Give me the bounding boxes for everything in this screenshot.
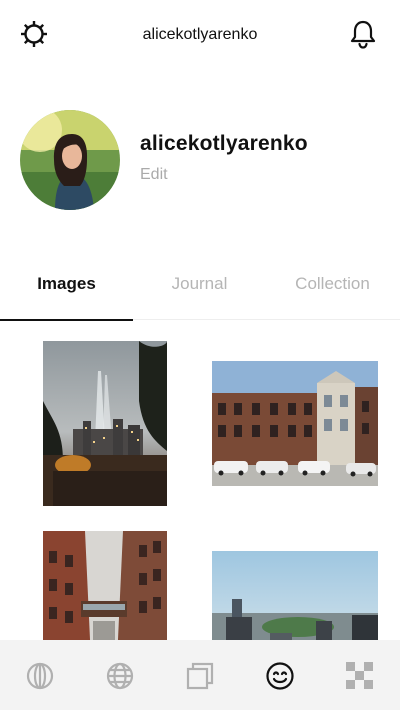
globe-icon[interactable] (100, 656, 140, 696)
photo-tribute-in-light[interactable] (43, 341, 167, 506)
avatar[interactable] (20, 110, 120, 210)
images-grid (0, 320, 400, 640)
tab-images[interactable]: Images (0, 262, 133, 321)
top-bar: alicekotlyarenko (0, 0, 400, 70)
notification-bell-icon[interactable] (345, 16, 381, 52)
tab-journal[interactable]: Journal (133, 262, 266, 320)
stacked-squares-icon[interactable] (180, 656, 220, 696)
photo-brick-alley[interactable] (43, 531, 167, 640)
header-username: alicekotlyarenko (142, 26, 258, 43)
columns-globe-icon[interactable] (20, 656, 60, 696)
tab-collection[interactable]: Collection (266, 262, 399, 320)
profile-username: alicekotlyarenko (140, 132, 308, 155)
bottom-tab-bar (0, 640, 400, 710)
profile-section: alicekotlyarenko Edit (0, 100, 400, 220)
edit-profile-link[interactable]: Edit (140, 166, 168, 184)
checker-grid-icon[interactable] (340, 656, 380, 696)
profile-tabs: Images Journal Collection (0, 262, 400, 321)
photo-brownstones[interactable] (212, 361, 378, 486)
photo-central-park[interactable] (212, 551, 378, 640)
smiley-icon[interactable] (260, 656, 300, 696)
